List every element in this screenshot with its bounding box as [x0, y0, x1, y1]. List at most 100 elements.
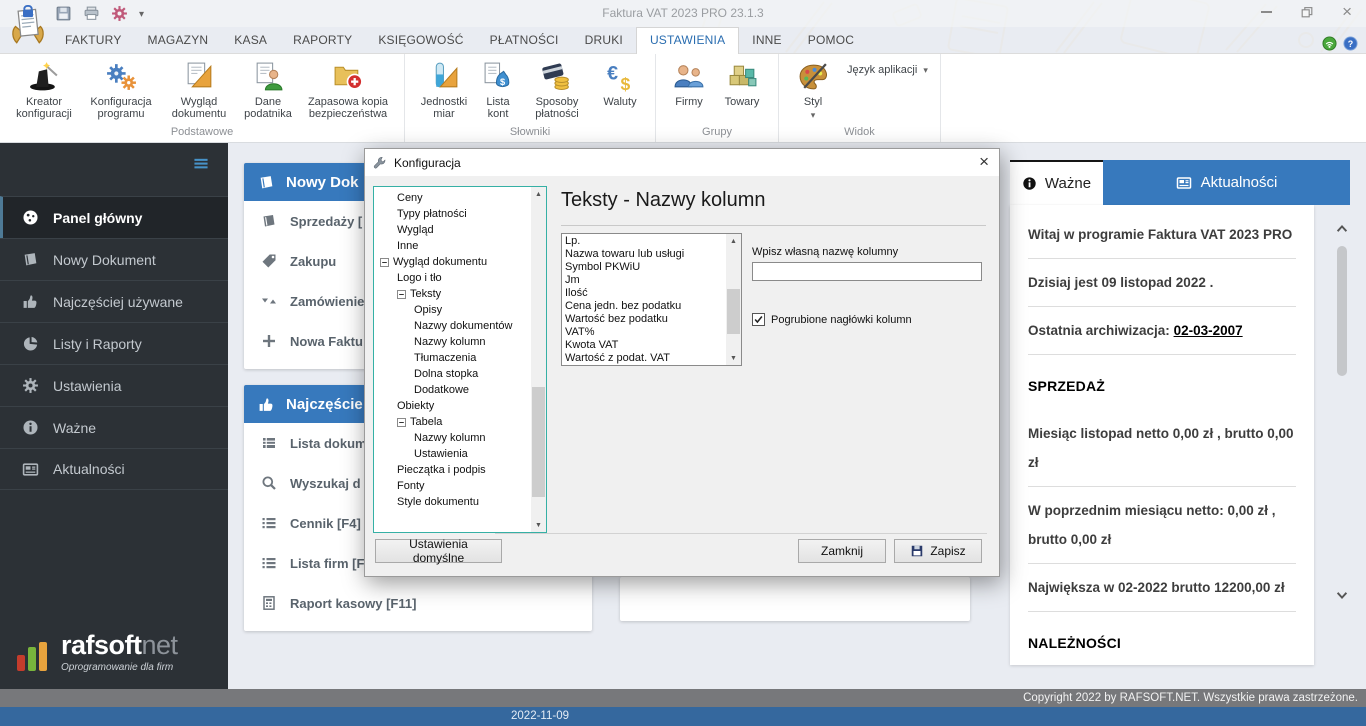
close-dialog-button[interactable]: Zamknij	[798, 539, 886, 563]
help-icon[interactable]: ?	[1343, 36, 1358, 51]
listbox-item-jm[interactable]: Jm	[562, 274, 726, 287]
listbox-item-lp[interactable]: Lp.	[562, 235, 726, 248]
tree-collapse-icon[interactable]	[397, 417, 406, 427]
ribbon-group-label: Słowniki	[509, 126, 551, 138]
tree-item-pieczątka-i-podpis[interactable]: Pieczątka i podpis	[374, 462, 531, 478]
tree-item-obiekty[interactable]: Obiekty	[374, 398, 531, 414]
scroll-down-arrow-icon[interactable]: ▼	[726, 351, 741, 365]
listbox-item-kwota-vat[interactable]: Kwota VAT	[562, 339, 726, 352]
close-button[interactable]: ×	[1342, 3, 1352, 20]
checkbox-checked-icon[interactable]	[752, 313, 765, 326]
tree-collapse-icon[interactable]	[397, 289, 406, 299]
tree-collapse-icon[interactable]	[380, 257, 389, 267]
scroll-up-arrow-icon[interactable]: ▲	[726, 234, 741, 248]
tree-item-nazwy-kolumn[interactable]: Nazwy kolumn	[374, 334, 531, 350]
panel-item-label: Lista firm [F	[290, 555, 365, 571]
tree-item-nazwy-dokumentów[interactable]: Nazwy dokumentów	[374, 318, 531, 334]
tab-druki[interactable]: DRUKI	[572, 28, 636, 53]
tree-item-dolna-stopka[interactable]: Dolna stopka	[374, 366, 531, 382]
tree-item-ceny[interactable]: Ceny	[374, 190, 531, 206]
sidebar-item-aktualności[interactable]: Aktualności	[0, 448, 228, 490]
button-label: Zapisz	[930, 544, 966, 558]
ribbon-item-jednostki-miar[interactable]: Jednostki miar	[413, 58, 475, 122]
ribbon-item-dane-podatnika[interactable]: Dane podatnika	[236, 58, 300, 122]
tab-aktualnosci[interactable]: Aktualności	[1103, 160, 1350, 205]
scroll-down-arrow-icon[interactable]: ▼	[531, 518, 546, 532]
tree-item-nazwy-kolumn[interactable]: Nazwy kolumn	[374, 430, 531, 446]
tab-pomoc[interactable]: POMOC	[795, 28, 867, 53]
ribbon-item-zapasowa-kopia[interactable]: Zapasowa kopia bezpieczeństwa	[300, 58, 396, 122]
scroll-up-arrow-icon[interactable]: ▲	[531, 187, 546, 201]
tree-item-inne[interactable]: Inne	[374, 238, 531, 254]
online-status-icon[interactable]	[1322, 36, 1337, 51]
tree-item-opisy[interactable]: Opisy	[374, 302, 531, 318]
dialog-close-button[interactable]: ×	[979, 152, 989, 172]
tree-item-logo-i-tło[interactable]: Logo i tło	[374, 270, 531, 286]
listbox-item-wartość-bez-podatku[interactable]: Wartość bez podatku	[562, 313, 726, 326]
ribbon-item-towary[interactable]: Towary	[714, 58, 770, 110]
minimize-button[interactable]	[1261, 11, 1273, 13]
tree-scrollbar[interactable]: ▲ ▼	[531, 187, 546, 532]
ribbon-item-label: Wygląd dokumentu	[171, 96, 227, 120]
tree-item-fonty[interactable]: Fonty	[374, 478, 531, 494]
save-button[interactable]: Zapisz	[894, 539, 982, 563]
scroll-down-icon[interactable]	[1334, 588, 1350, 602]
tab-raporty[interactable]: RAPORTY	[280, 28, 365, 53]
panel-item-raport-kasowy-f11[interactable]: Raport kasowy [F11]	[244, 583, 592, 623]
restore-button[interactable]	[1300, 5, 1314, 19]
ribbon-item-kreator-konfiguracji[interactable]: Kreator konfiguracji	[8, 58, 80, 122]
ribbon-item-lista-kont[interactable]: $ Lista kont	[475, 58, 521, 122]
sidebar-item-panel-główny[interactable]: Panel główny	[0, 196, 228, 238]
listbox-item-wartość-z-podat-vat[interactable]: Wartość z podat. VAT	[562, 352, 726, 365]
tab-magazyn[interactable]: MAGAZYN	[135, 28, 222, 53]
tab-kasa[interactable]: KASA	[221, 28, 280, 53]
tree-item-dodatkowe[interactable]: Dodatkowe	[374, 382, 531, 398]
tab-faktury[interactable]: FAKTURY	[52, 28, 135, 53]
styl-dropdown-caret-icon[interactable]: ▾	[811, 109, 816, 121]
listbox-scroll-thumb[interactable]	[727, 289, 740, 334]
info-icon	[22, 419, 39, 436]
tab-księgowość[interactable]: KSIĘGOWOŚĆ	[365, 28, 476, 53]
tree-item-style-dokumentu[interactable]: Style dokumentu	[374, 494, 531, 510]
tab-płatności[interactable]: PŁATNOŚCI	[477, 28, 572, 53]
listbox-item-cena-jedn-bez-podatku[interactable]: Cena jedn. bez podatku	[562, 300, 726, 313]
tree-item-wygląd[interactable]: Wygląd	[374, 222, 531, 238]
ribbon-item-firmy[interactable]: Firmy	[664, 58, 714, 110]
scroll-up-icon[interactable]	[1334, 222, 1350, 236]
ribbon-item-jezyk-aplikacji[interactable]: Język aplikacji ▾	[847, 64, 928, 76]
info-panel-scrollbar[interactable]	[1334, 222, 1350, 602]
tree-item-teksty[interactable]: Teksty	[374, 286, 531, 302]
ribbon-item-sposoby-platnosci[interactable]: Sposoby płatności	[521, 58, 593, 122]
sidebar-item-ważne[interactable]: Ważne	[0, 406, 228, 448]
ribbon-item-konfiguracja-programu[interactable]: Konfiguracja programu	[80, 58, 162, 122]
tree-scroll-thumb[interactable]	[532, 387, 545, 498]
ribbon-item-wyglad-dokumentu[interactable]: Wygląd dokumentu	[162, 58, 236, 122]
tree-item-ustawienia[interactable]: Ustawienia	[374, 446, 531, 462]
sidebar-item-listy-i-raporty[interactable]: Listy i Raporty	[0, 322, 228, 364]
hamburger-menu-icon[interactable]	[192, 156, 210, 171]
tab-ustawienia[interactable]: USTAWIENIA	[635, 27, 740, 54]
ribbon-item-styl[interactable]: Styl ▾	[787, 58, 839, 123]
listbox-item-nazwa-towaru-lub-usługi[interactable]: Nazwa towaru lub usługi	[562, 248, 726, 261]
listbox-item-vat[interactable]: VAT%	[562, 326, 726, 339]
tree-item-tabela[interactable]: Tabela	[374, 414, 531, 430]
tree-item-tłumaczenia[interactable]: Tłumaczenia	[374, 350, 531, 366]
tab-wazne[interactable]: Ważne	[1010, 160, 1103, 205]
defaults-button[interactable]: Ustawienia domyślne	[375, 537, 502, 565]
settings-tree[interactable]: Ceny Typy płatności Wygląd Inne Wygląd dokum…	[373, 186, 547, 533]
listbox-item-ilość[interactable]: Ilość	[562, 287, 726, 300]
sidebar-item-nowy-dokument[interactable]: Nowy Dokument	[0, 238, 228, 280]
bold-headers-checkbox-row[interactable]: Pogrubione nagłówki kolumn	[752, 313, 912, 326]
archive-date-link[interactable]: 02-03-2007	[1174, 323, 1243, 338]
column-names-listbox[interactable]: Lp. Nazwa towaru lub usługi Symbol PKWiU Jm…	[561, 233, 742, 366]
listbox-scrollbar[interactable]: ▲ ▼	[726, 234, 741, 365]
ribbon-item-waluty[interactable]: € $ Waluty	[593, 58, 647, 110]
sidebar-item-ustawienia[interactable]: Ustawienia	[0, 364, 228, 406]
sidebar-item-najczęściej-używane[interactable]: Najczęściej używane	[0, 280, 228, 322]
tab-inne[interactable]: INNE	[739, 28, 794, 53]
custom-column-name-input[interactable]	[752, 262, 982, 281]
scroll-thumb[interactable]	[1337, 246, 1347, 376]
tree-item-typy-płatności[interactable]: Typy płatności	[374, 206, 531, 222]
listbox-item-symbol-pkwiu[interactable]: Symbol PKWiU	[562, 261, 726, 274]
tree-item-wygląd-dokumentu[interactable]: Wygląd dokumentu	[374, 254, 531, 270]
